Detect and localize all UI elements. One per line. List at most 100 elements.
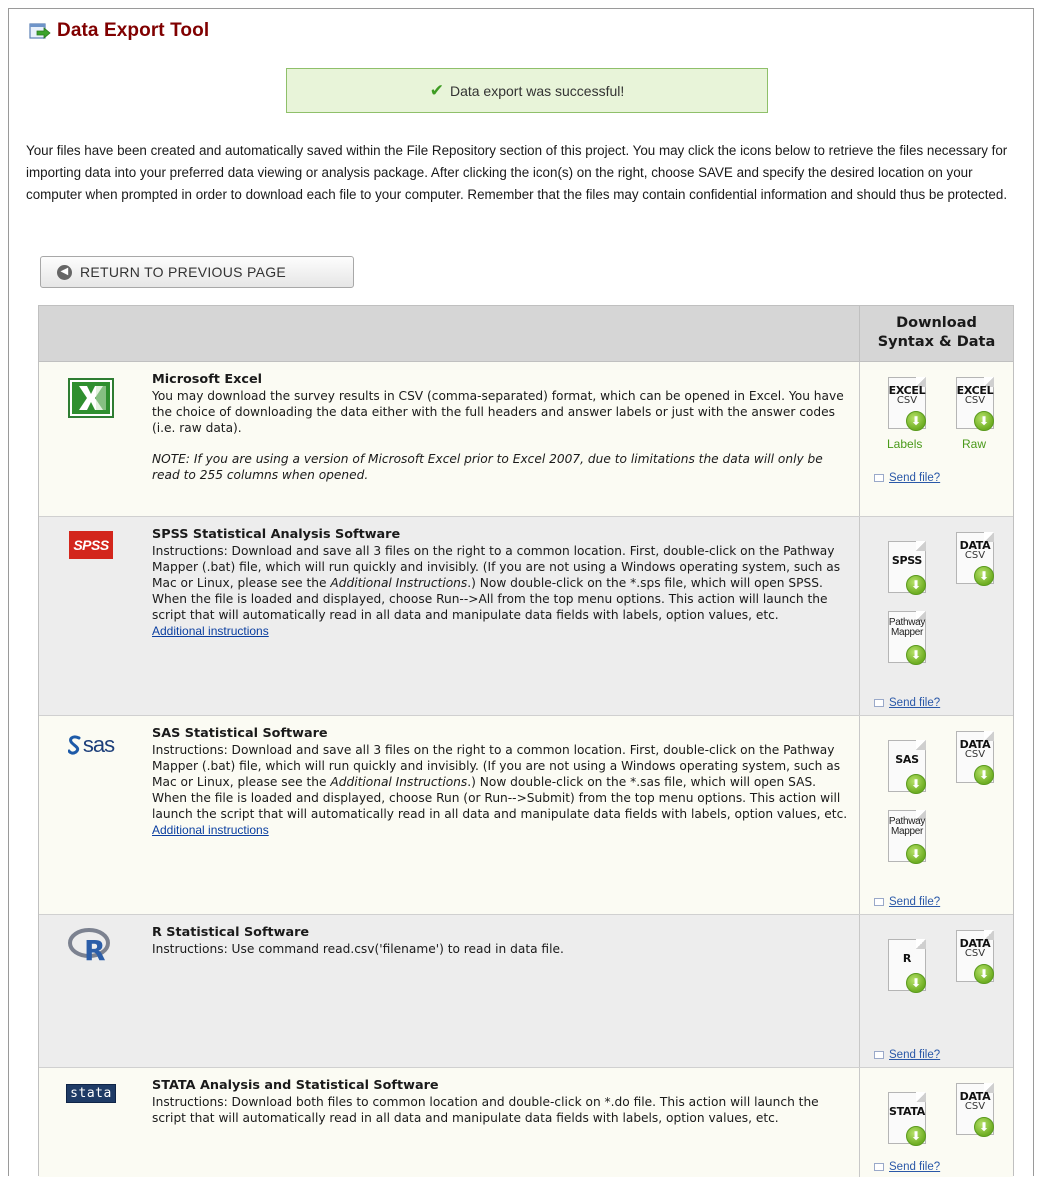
excel-description: Microsoft Excel You may download the sur… xyxy=(152,372,852,483)
send-file-link[interactable]: Send file? xyxy=(874,896,940,908)
table-row-r: R R Statistical Software Instructions: U… xyxy=(39,915,1013,1068)
row-instructions: Instructions: Use command read.csv('file… xyxy=(152,942,564,956)
column-divider xyxy=(859,1068,860,1177)
stata-description: STATA Analysis and Statistical Software … xyxy=(152,1078,852,1126)
stata-data-csv-download[interactable]: DATA CSV ⬇ xyxy=(956,1083,998,1139)
send-file-label: Send file? xyxy=(889,1161,941,1173)
download-arrow-icon: ⬇ xyxy=(906,973,926,993)
row-title: Microsoft Excel xyxy=(152,372,263,387)
send-file-link[interactable]: Send file? xyxy=(874,1049,940,1061)
send-file-link[interactable]: Send file? xyxy=(874,1161,940,1173)
spss-logo-icon: SPSS xyxy=(51,531,131,579)
return-to-previous-page-button[interactable]: ◀ RETURN TO PREVIOUS PAGE xyxy=(40,256,354,288)
file-type-label: SPSS xyxy=(891,554,923,567)
download-arrow-icon: ⬇ xyxy=(974,411,994,431)
row-title: R Statistical Software xyxy=(152,925,310,940)
row-title: SAS Statistical Software xyxy=(152,726,328,741)
download-arrow-icon: ⬇ xyxy=(906,1126,926,1146)
r-data-csv-download[interactable]: DATA CSV ⬇ xyxy=(956,930,998,986)
header-line-1: Download xyxy=(896,315,977,331)
excel-csv-raw-download[interactable]: EXCEL CSV ⬇ xyxy=(956,377,998,433)
stata-logo-icon: stata xyxy=(51,1084,131,1132)
stata-logo-text: stata xyxy=(66,1084,116,1103)
envelope-icon xyxy=(874,1051,884,1059)
r-syntax-download[interactable]: R ⬇ xyxy=(888,939,930,995)
spss-data-csv-download[interactable]: DATA CSV ⬇ xyxy=(956,532,998,588)
envelope-icon xyxy=(874,1163,884,1171)
column-divider xyxy=(859,915,860,1067)
excel-logo-icon xyxy=(51,378,131,426)
file-format-label: CSV xyxy=(964,395,986,406)
pm-line-2: Mapper xyxy=(890,826,924,837)
export-formats-table: Download Syntax & Data Microsoft Excel Y… xyxy=(38,305,1014,1177)
intro-text: Your files have been created and automat… xyxy=(26,143,1008,202)
row-instructions: Instructions: Download and save all 3 fi… xyxy=(152,543,852,623)
file-format-label: CSV xyxy=(964,948,986,959)
download-arrow-icon: ⬇ xyxy=(974,1117,994,1137)
file-type-label: R xyxy=(902,952,912,965)
instructions-emphasis: Additional Instructions xyxy=(330,775,468,789)
success-banner: ✔ Data export was successful! xyxy=(286,68,768,113)
instructions-emphasis: Additional Instructions xyxy=(330,576,468,590)
labels-caption: Labels xyxy=(887,437,923,451)
sas-logo-text: sas xyxy=(82,732,115,757)
send-file-label: Send file? xyxy=(889,697,941,709)
column-divider xyxy=(859,517,860,715)
pathway-mapper-label: Pathway Mapper xyxy=(886,618,928,638)
r-logo-icon: R xyxy=(51,927,131,975)
additional-instructions-link[interactable]: Additional instructions xyxy=(152,822,269,838)
stata-syntax-download[interactable]: STATA ⬇ xyxy=(888,1092,930,1148)
send-file-label: Send file? xyxy=(889,1049,941,1061)
spss-pathway-mapper-download[interactable]: Pathway Mapper ⬇ xyxy=(888,611,930,667)
return-button-label: RETURN TO PREVIOUS PAGE xyxy=(80,264,287,280)
row-instructions: You may download the survey results in C… xyxy=(152,389,844,435)
download-column-header: Download Syntax & Data xyxy=(860,314,1013,352)
download-arrow-icon: ⬇ xyxy=(974,765,994,785)
sas-description: SAS Statistical Software Instructions: D… xyxy=(152,726,852,838)
download-arrow-icon: ⬇ xyxy=(906,575,926,595)
file-format-label: CSV xyxy=(964,1101,986,1112)
download-arrow-icon: ⬇ xyxy=(974,566,994,586)
download-arrow-icon: ⬇ xyxy=(906,774,926,794)
row-instructions: Instructions: Download both files to com… xyxy=(152,1095,819,1125)
page-title: Data Export Tool xyxy=(57,20,210,41)
file-type-label: SAS xyxy=(895,753,919,766)
success-message: Data export was successful! xyxy=(449,82,625,99)
spss-logo-text: SPSS xyxy=(69,531,113,559)
column-divider xyxy=(859,716,860,914)
spss-syntax-download[interactable]: SPSS ⬇ xyxy=(888,541,930,597)
download-arrow-icon: ⬇ xyxy=(906,411,926,431)
download-arrow-icon: ⬇ xyxy=(906,844,926,864)
row-note: NOTE: If you are using a version of Micr… xyxy=(152,452,823,482)
table-row-stata: stata STATA Analysis and Statistical Sof… xyxy=(39,1068,1013,1177)
pathway-mapper-label: Pathway Mapper xyxy=(886,817,928,837)
file-format-label: CSV xyxy=(896,395,918,406)
table-header: Download Syntax & Data xyxy=(39,306,1013,362)
download-arrow-icon: ⬇ xyxy=(906,645,926,665)
table-row-spss: SPSS SPSS Statistical Analysis Software … xyxy=(39,517,1013,716)
table-row-sas: sas SAS Statistical Software Instruction… xyxy=(39,716,1013,915)
row-title: SPSS Statistical Analysis Software xyxy=(152,527,401,542)
sas-pathway-mapper-download[interactable]: Pathway Mapper ⬇ xyxy=(888,810,930,866)
send-file-label: Send file? xyxy=(889,896,941,908)
raw-caption: Raw xyxy=(962,437,987,451)
send-file-link[interactable]: Send file? xyxy=(874,472,940,484)
r-description: R Statistical Software Instructions: Use… xyxy=(152,925,852,957)
send-file-label: Send file? xyxy=(889,472,941,484)
row-instructions: Instructions: Download and save all 3 fi… xyxy=(152,742,852,822)
additional-instructions-link[interactable]: Additional instructions xyxy=(152,623,269,639)
checkmark-icon: ✔ xyxy=(429,80,444,100)
export-icon xyxy=(29,23,51,39)
file-format-label: CSV xyxy=(964,550,986,561)
sas-syntax-download[interactable]: SAS ⬇ xyxy=(888,740,930,796)
envelope-icon xyxy=(874,474,884,482)
table-row-excel: Microsoft Excel You may download the sur… xyxy=(39,362,1013,517)
excel-csv-labels-download[interactable]: EXCEL CSV ⬇ xyxy=(888,377,930,433)
spss-description: SPSS Statistical Analysis Software Instr… xyxy=(152,527,852,639)
envelope-icon xyxy=(874,699,884,707)
sas-data-csv-download[interactable]: DATA CSV ⬇ xyxy=(956,731,998,787)
send-file-link[interactable]: Send file? xyxy=(874,697,940,709)
file-type-label: STATA xyxy=(889,1105,925,1118)
header-line-2: Syntax & Data xyxy=(877,334,996,350)
envelope-icon xyxy=(874,898,884,906)
